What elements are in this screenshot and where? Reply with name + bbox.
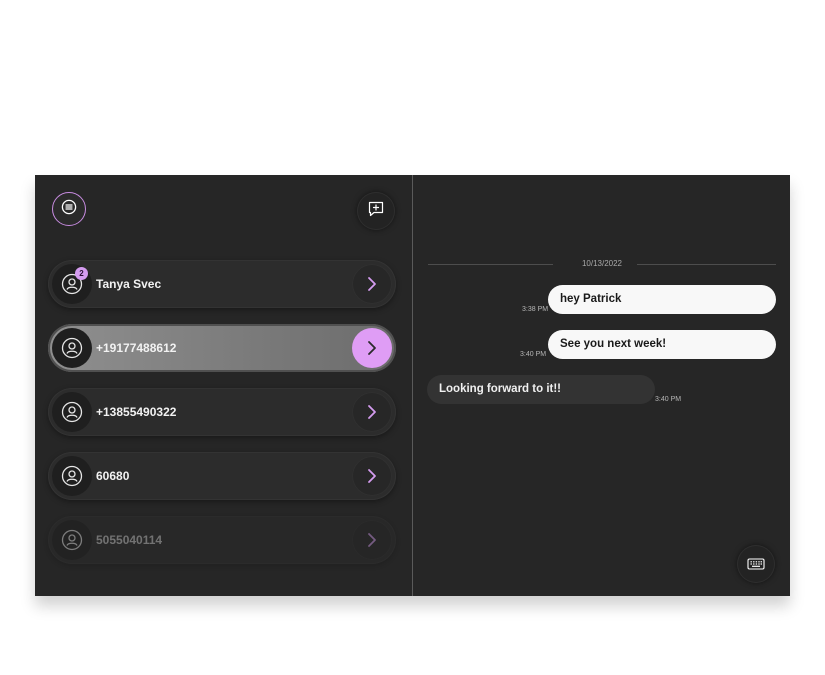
open-conversation-button[interactable] — [352, 392, 392, 432]
message-time: 3:38 PM — [522, 306, 549, 313]
chevron-right-icon — [368, 405, 376, 419]
date-divider-line — [637, 264, 776, 265]
avatar — [52, 456, 92, 496]
user-icon — [61, 465, 83, 487]
unread-badge: 2 — [75, 267, 88, 280]
conversation-item[interactable]: 2 Tanya Svec — [48, 260, 396, 308]
conversation-item[interactable]: 5055040114 — [48, 516, 396, 564]
date-divider-line — [428, 264, 553, 265]
conversation-name: +19177488612 — [96, 341, 177, 355]
outgoing-message: hey Patrick — [548, 285, 776, 314]
chevron-right-icon — [368, 469, 376, 483]
conversation-list-panel: 2 Tanya Svec +19177488612 +13855490322 6… — [35, 175, 412, 596]
conversation-name: +13855490322 — [96, 405, 177, 419]
conversation-name: 5055040114 — [96, 533, 163, 547]
message-time: 3:40 PM — [655, 396, 682, 403]
avatar — [52, 520, 92, 560]
messaging-app: 2 Tanya Svec +19177488612 +13855490322 6… — [35, 175, 790, 596]
avatar — [52, 328, 92, 368]
message-time: 3:40 PM — [520, 351, 547, 358]
chat-panel: 10/13/2022 3:38 PM hey Patrick 3:40 PM S… — [413, 175, 790, 596]
chevron-right-icon — [368, 533, 376, 547]
open-conversation-button[interactable] — [352, 264, 392, 304]
incoming-message: Looking forward to it!! — [427, 375, 655, 404]
user-icon — [61, 337, 83, 359]
open-conversation-button[interactable] — [352, 456, 392, 496]
conversation-name: 60680 — [96, 469, 130, 483]
avatar — [52, 392, 92, 432]
user-icon — [61, 529, 83, 551]
conversation-name: Tanya Svec — [96, 277, 162, 291]
menu-button[interactable] — [52, 192, 86, 226]
keyboard-button[interactable] — [737, 545, 775, 583]
chevron-right-icon — [368, 341, 376, 355]
new-message-icon — [367, 200, 385, 223]
conversation-item[interactable]: +13855490322 — [48, 388, 396, 436]
open-conversation-button[interactable] — [352, 520, 392, 560]
conversation-item-active[interactable]: +19177488612 — [48, 324, 396, 372]
chevron-right-icon — [368, 277, 376, 291]
open-conversation-button[interactable] — [352, 328, 392, 368]
user-icon — [61, 401, 83, 423]
conversation-item[interactable]: 60680 — [48, 452, 396, 500]
menu-lines-icon — [61, 199, 77, 220]
keyboard-icon — [747, 558, 765, 570]
new-message-button[interactable] — [357, 192, 395, 230]
outgoing-message: See you next week! — [548, 330, 776, 359]
date-separator: 10/13/2022 — [581, 259, 623, 268]
